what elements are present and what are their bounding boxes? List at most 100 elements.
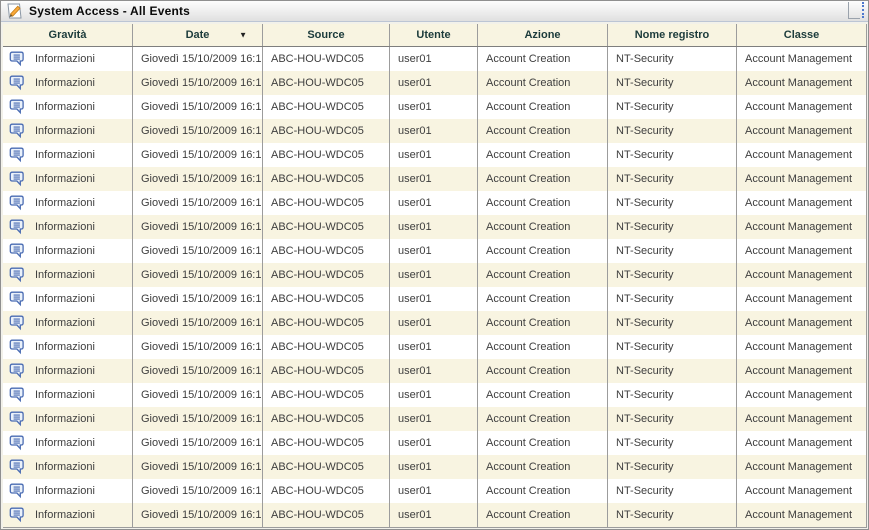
source-cell: ABC-HOU-WDC05 <box>263 359 390 383</box>
source-value: ABC-HOU-WDC05 <box>271 269 364 281</box>
action-cell: Account Creation <box>478 95 608 119</box>
user-value: user01 <box>398 509 432 521</box>
class-value: Account Management <box>745 245 852 257</box>
action-cell: Account Creation <box>478 503 608 527</box>
severity-label: Informazioni <box>35 125 95 137</box>
date-cell: Giovedì 15/10/2009 16:19: <box>133 47 263 71</box>
log-name-cell: NT-Security <box>608 215 737 239</box>
date-cell: Giovedì 15/10/2009 16:19: <box>133 383 263 407</box>
user-value: user01 <box>398 293 432 305</box>
log-name-cell: NT-Security <box>608 263 737 287</box>
table-row[interactable]: Informazioni Giovedì 15/10/2009 16:19: A… <box>3 287 867 311</box>
information-balloon-icon <box>9 243 26 259</box>
date-cell: Giovedì 15/10/2009 16:19: <box>133 335 263 359</box>
table-row[interactable]: Informazioni Giovedì 15/10/2009 16:19: A… <box>3 407 867 431</box>
column-header-label: Gravità <box>49 29 87 41</box>
table-row[interactable]: Informazioni Giovedì 15/10/2009 16:19: A… <box>3 95 867 119</box>
source-cell: ABC-HOU-WDC05 <box>263 263 390 287</box>
log-name-cell: NT-Security <box>608 431 737 455</box>
table-row[interactable]: Informazioni Giovedì 15/10/2009 16:19: A… <box>3 479 867 503</box>
severity-cell: Informazioni <box>3 503 133 527</box>
table-row[interactable]: Informazioni Giovedì 15/10/2009 16:19: A… <box>3 215 867 239</box>
table-row[interactable]: Informazioni Giovedì 15/10/2009 16:19: A… <box>3 191 867 215</box>
action-value: Account Creation <box>486 509 570 521</box>
user-cell: user01 <box>390 71 478 95</box>
log-name-cell: NT-Security <box>608 167 737 191</box>
source-value: ABC-HOU-WDC05 <box>271 101 364 113</box>
column-header-label: Source <box>307 29 344 41</box>
action-cell: Account Creation <box>478 407 608 431</box>
date-cell: Giovedì 15/10/2009 16:19: <box>133 167 263 191</box>
information-balloon-icon <box>9 51 26 67</box>
user-cell: user01 <box>390 167 478 191</box>
table-header-row: Gravità Date▼ Source UtenteAzioneNome regis… <box>3 24 867 47</box>
date-value: Giovedì 15/10/2009 16:19: <box>141 413 263 425</box>
column-header-nome-registro[interactable]: Nome registro <box>608 24 737 46</box>
information-balloon-icon <box>9 123 26 139</box>
user-value: user01 <box>398 245 432 257</box>
column-header-utente[interactable]: Utente <box>390 24 478 46</box>
class-cell: Account Management <box>737 119 867 143</box>
table-row[interactable]: Informazioni Giovedì 15/10/2009 16:19: A… <box>3 503 867 527</box>
log-name-value: NT-Security <box>616 197 673 209</box>
table-row[interactable]: Informazioni Giovedì 15/10/2009 16:19: A… <box>3 143 867 167</box>
table-row[interactable]: Informazioni Giovedì 15/10/2009 16:19: A… <box>3 455 867 479</box>
source-value: ABC-HOU-WDC05 <box>271 245 364 257</box>
date-cell: Giovedì 15/10/2009 16:19: <box>133 503 263 527</box>
action-cell: Account Creation <box>478 191 608 215</box>
log-name-value: NT-Security <box>616 365 673 377</box>
action-value: Account Creation <box>486 173 570 185</box>
user-cell: user01 <box>390 503 478 527</box>
source-cell: ABC-HOU-WDC05 <box>263 119 390 143</box>
severity-cell: Informazioni <box>3 119 133 143</box>
table-row[interactable]: Informazioni Giovedì 15/10/2009 16:19: A… <box>3 335 867 359</box>
severity-label: Informazioni <box>35 389 95 401</box>
column-header-date[interactable]: Date▼ <box>133 24 263 46</box>
date-cell: Giovedì 15/10/2009 16:19: <box>133 215 263 239</box>
action-cell: Account Creation <box>478 335 608 359</box>
action-cell: Account Creation <box>478 287 608 311</box>
source-cell: ABC-HOU-WDC05 <box>263 191 390 215</box>
class-cell: Account Management <box>737 407 867 431</box>
date-value: Giovedì 15/10/2009 16:19: <box>141 461 263 473</box>
class-cell: Account Management <box>737 455 867 479</box>
source-cell: ABC-HOU-WDC05 <box>263 431 390 455</box>
column-header-classe[interactable]: Classe <box>737 24 867 46</box>
table-row[interactable]: Informazioni Giovedì 15/10/2009 16:19: A… <box>3 71 867 95</box>
class-value: Account Management <box>745 77 852 89</box>
action-cell: Account Creation <box>478 215 608 239</box>
action-value: Account Creation <box>486 221 570 233</box>
action-value: Account Creation <box>486 437 570 449</box>
action-value: Account Creation <box>486 245 570 257</box>
titlebar-grip[interactable] <box>848 2 860 19</box>
user-cell: user01 <box>390 215 478 239</box>
user-value: user01 <box>398 221 432 233</box>
table-row[interactable]: Informazioni Giovedì 15/10/2009 16:19: A… <box>3 47 867 71</box>
edit-pencil-document-icon <box>5 3 24 19</box>
table-row[interactable]: Informazioni Giovedì 15/10/2009 16:19: A… <box>3 167 867 191</box>
table-row[interactable]: Informazioni Giovedì 15/10/2009 16:19: A… <box>3 119 867 143</box>
table-row[interactable]: Informazioni Giovedì 15/10/2009 16:19: A… <box>3 239 867 263</box>
severity-cell: Informazioni <box>3 191 133 215</box>
column-header-gravit-[interactable]: Gravità <box>3 24 133 46</box>
user-value: user01 <box>398 485 432 497</box>
column-header-source[interactable]: Source <box>263 24 390 46</box>
table-row[interactable]: Informazioni Giovedì 15/10/2009 16:19: A… <box>3 359 867 383</box>
log-name-cell: NT-Security <box>608 191 737 215</box>
action-value: Account Creation <box>486 149 570 161</box>
table-row[interactable]: Informazioni Giovedì 15/10/2009 16:19: A… <box>3 263 867 287</box>
table-row[interactable]: Informazioni Giovedì 15/10/2009 16:19: A… <box>3 431 867 455</box>
log-name-cell: NT-Security <box>608 143 737 167</box>
log-name-cell: NT-Security <box>608 479 737 503</box>
class-cell: Account Management <box>737 479 867 503</box>
sort-descending-icon[interactable]: ▼ <box>239 30 247 39</box>
page-title: System Access - All Events <box>29 4 190 18</box>
column-header-azione[interactable]: Azione <box>478 24 608 46</box>
table-row[interactable]: Informazioni Giovedì 15/10/2009 16:19: A… <box>3 311 867 335</box>
log-name-value: NT-Security <box>616 101 673 113</box>
date-cell: Giovedì 15/10/2009 16:19: <box>133 431 263 455</box>
class-value: Account Management <box>745 101 852 113</box>
table-row[interactable]: Informazioni Giovedì 15/10/2009 16:19: A… <box>3 383 867 407</box>
severity-cell: Informazioni <box>3 311 133 335</box>
severity-cell: Informazioni <box>3 143 133 167</box>
